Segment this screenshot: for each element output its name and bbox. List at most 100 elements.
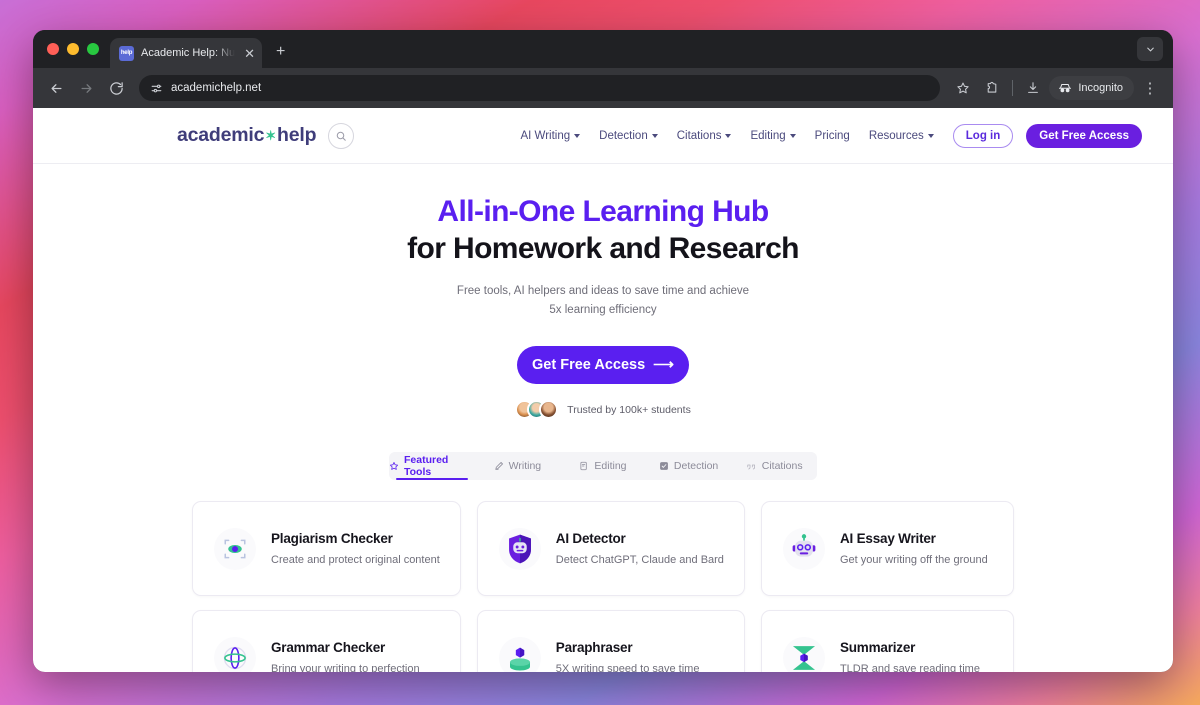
tab-list-chevron-down-icon[interactable] <box>1137 37 1163 61</box>
window-controls <box>33 43 99 68</box>
robot-head-icon <box>782 527 825 570</box>
trust-text: Trusted by 100k+ students <box>567 403 691 416</box>
hero-section: All-in-One Learning Hub for Homework and… <box>33 164 1173 420</box>
chevron-down-icon <box>789 133 796 138</box>
site-logo[interactable]: academic ✶ help <box>177 124 316 147</box>
get-free-access-cta-button[interactable]: Get Free Access ⟶ <box>517 346 689 385</box>
crossed-lens-icon <box>214 636 256 672</box>
hourglass-cube-icon <box>782 636 825 672</box>
maximize-window-button[interactable] <box>87 43 99 55</box>
chevron-down-icon <box>574 133 581 138</box>
nav-label: Resources <box>868 129 924 142</box>
page-title-line2: for Homework and Research <box>407 231 799 265</box>
tool-title: Summarizer <box>839 640 916 656</box>
logo-area: academic ✶ help <box>177 122 355 149</box>
avatar <box>539 400 559 420</box>
tab-writing[interactable]: Writing <box>475 452 561 480</box>
bookmark-star-icon[interactable] <box>950 75 976 101</box>
tab-label: Detection <box>673 460 719 473</box>
cube-cylinder-icon <box>498 636 541 672</box>
incognito-label: Incognito <box>1078 82 1123 94</box>
tool-card-text: Paraphraser 5X writing speed to save tim… <box>556 640 700 672</box>
star-icon: ✶ <box>265 127 276 143</box>
tool-description: Create and protect original content <box>271 554 440 567</box>
hero-subtitle-line1: Free tools, AI helpers and ideas to save… <box>456 285 750 298</box>
extensions-icon[interactable] <box>979 75 1005 101</box>
tab-featured-tools[interactable]: Featured Tools <box>389 452 475 481</box>
tab-label: Editing <box>594 460 627 473</box>
tool-card-plagiarism-checker[interactable]: Plagiarism Checker Create and protect or… <box>192 501 461 597</box>
browser-menu-icon[interactable]: ⋮ <box>1137 75 1163 101</box>
nav-label: Detection <box>599 129 648 142</box>
search-button[interactable] <box>328 122 355 149</box>
tool-description: Get your writing off the ground <box>839 554 988 567</box>
quote-icon <box>746 461 757 471</box>
site-header: academic ✶ help AI Writing Detection Cit… <box>33 108 1173 164</box>
incognito-icon <box>1059 84 1072 93</box>
tab-label: Featured Tools <box>404 454 449 479</box>
tool-card-text: Grammar Checker Bring your writing to pe… <box>271 640 420 672</box>
browser-tab-strip: help Academic Help: Number 1 Pla ✕ + <box>33 30 1173 68</box>
close-window-button[interactable] <box>47 43 59 55</box>
main-navigation: AI Writing Detection Citations Editing P… <box>521 123 1142 148</box>
shield-robot-icon <box>498 527 541 570</box>
tool-card-summarizer[interactable]: Summarizer TLDR and save reading time <box>760 610 1014 672</box>
tool-title: Plagiarism Checker <box>271 531 393 547</box>
nav-item-ai-writing[interactable]: AI Writing <box>521 130 581 142</box>
get-free-access-header-button[interactable]: Get Free Access <box>1026 123 1142 148</box>
chevron-down-icon <box>651 133 658 138</box>
new-tab-icon[interactable]: + <box>276 44 285 60</box>
tool-title: AI Detector <box>555 531 626 547</box>
tool-title: Grammar Checker <box>271 640 386 656</box>
arrow-right-icon: ⟶ <box>653 357 674 374</box>
tool-card-paraphraser[interactable]: Paraphraser 5X writing speed to save tim… <box>476 610 745 672</box>
logo-text-right: help <box>277 124 317 146</box>
tool-card-grammar-checker[interactable]: Grammar Checker Bring your writing to pe… <box>192 610 461 672</box>
tool-card-ai-essay-writer[interactable]: AI Essay Writer Get your writing off the… <box>760 501 1014 597</box>
page-title-line1: All-in-One Learning Hub <box>437 195 769 228</box>
nav-item-editing[interactable]: Editing <box>750 129 796 142</box>
forward-icon[interactable] <box>73 75 99 101</box>
page-viewport: academic ✶ help AI Writing Detection Cit… <box>33 108 1173 672</box>
tool-description: Detect ChatGPT, Claude and Bard <box>555 554 724 567</box>
tool-description: TLDR and save reading time <box>839 663 980 672</box>
tool-description: Bring your writing to perfection <box>271 663 420 672</box>
avatar-group <box>515 400 559 420</box>
reload-icon[interactable] <box>103 75 129 101</box>
tool-card-ai-detector[interactable]: AI Detector Detect ChatGPT, Claude and B… <box>476 501 745 597</box>
login-button[interactable]: Log in <box>952 123 1014 148</box>
checkbox-icon <box>659 461 669 471</box>
social-proof: Trusted by 100k+ students <box>33 400 1173 420</box>
nav-label: Pricing <box>814 129 850 142</box>
chevron-down-icon <box>725 133 732 138</box>
tab-editing[interactable]: Editing <box>560 452 646 480</box>
back-icon[interactable] <box>43 75 69 101</box>
tool-card-text: AI Detector Detect ChatGPT, Claude and B… <box>556 531 724 566</box>
toolbar-divider <box>1012 80 1014 96</box>
cta-label: Get Free Access <box>532 357 646 374</box>
browser-tab[interactable]: help Academic Help: Number 1 Pla ✕ <box>110 38 262 68</box>
tool-card-text: Plagiarism Checker Create and protect or… <box>271 531 440 566</box>
downloads-icon[interactable] <box>1020 75 1046 101</box>
tool-title: AI Essay Writer <box>839 531 936 547</box>
search-icon <box>337 131 347 141</box>
site-settings-icon <box>151 84 162 92</box>
tool-description: 5X writing speed to save time <box>555 663 700 672</box>
tools-grid: Plagiarism Checker Create and protect or… <box>192 501 1014 672</box>
tab-label: Citations <box>761 460 803 473</box>
nav-item-pricing[interactable]: Pricing <box>815 130 850 142</box>
nav-item-citations[interactable]: Citations <box>677 130 732 142</box>
nav-label: Editing <box>750 129 786 142</box>
nav-item-resources[interactable]: Resources <box>869 130 934 142</box>
address-bar[interactable]: academichelp.net <box>139 75 941 101</box>
tab-citations[interactable]: Citations <box>731 452 817 480</box>
close-icon[interactable]: ✕ <box>242 47 255 60</box>
document-edit-icon <box>579 461 589 471</box>
chevron-down-icon <box>927 133 934 138</box>
nav-item-detection[interactable]: Detection <box>599 130 658 142</box>
minimize-window-button[interactable] <box>67 43 79 55</box>
pencil-icon <box>494 461 504 471</box>
tab-detection[interactable]: Detection <box>646 452 732 480</box>
incognito-indicator[interactable]: Incognito <box>1049 76 1134 100</box>
tool-card-text: Summarizer TLDR and save reading time <box>840 640 980 672</box>
